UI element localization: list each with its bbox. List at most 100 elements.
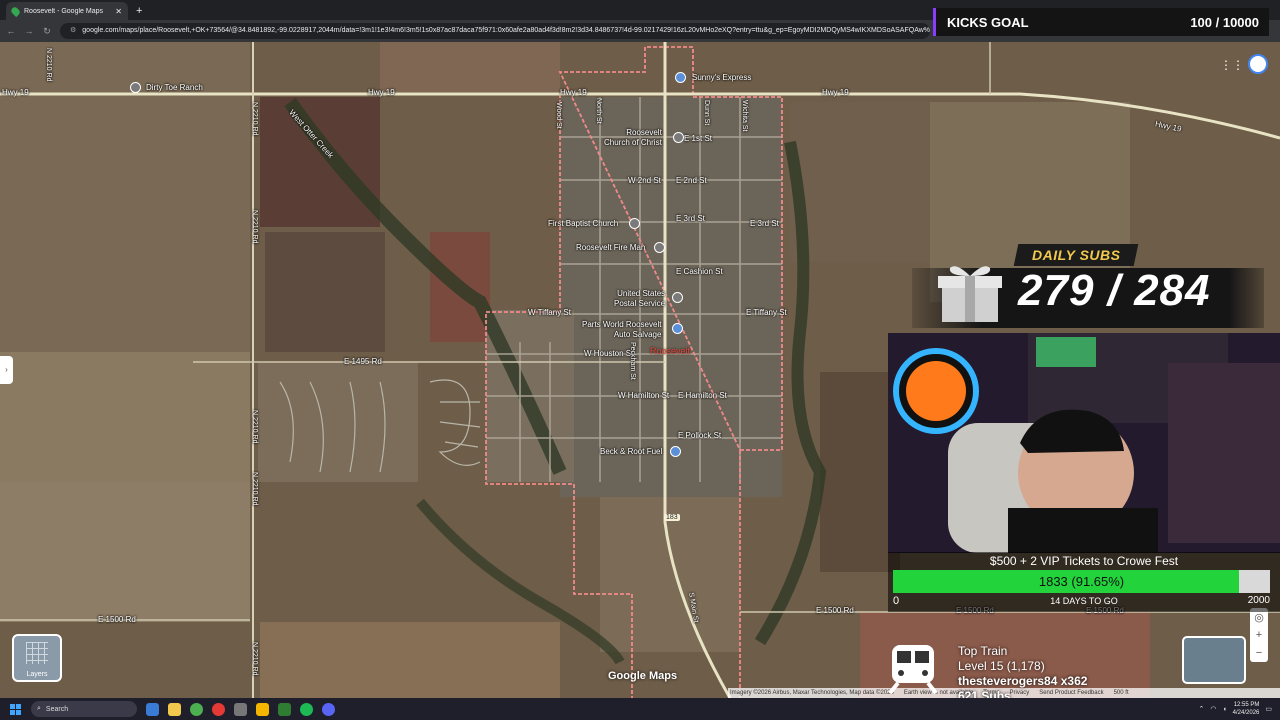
street-label: E 2nd St	[676, 176, 707, 185]
scale-label[interactable]: 500 ft	[1114, 690, 1129, 696]
road-label: N 2210 Rd	[45, 48, 52, 82]
town-label[interactable]: Roosevelt	[650, 346, 690, 356]
spotify-icon[interactable]	[300, 702, 313, 716]
address-bar[interactable]: ⚙ google.com/maps/place/Roosevelt,+OK+73…	[60, 23, 930, 39]
place-label[interactable]: Roosevelt Fire Man	[576, 243, 645, 252]
place-label[interactable]: United States Postal Service	[614, 289, 665, 309]
screen: Roosevelt - Google Maps ✕ + ← → ↻ ⚙ goog…	[0, 0, 1280, 720]
obs-icon[interactable]	[212, 702, 225, 716]
locate-icon[interactable]: ◎	[1254, 611, 1264, 624]
kicks-goal-label: KICKS GOAL	[947, 14, 1029, 30]
kicks-goal-widget: KICKS GOAL 100 / 10000	[933, 8, 1269, 36]
task-view-icon[interactable]	[146, 702, 159, 716]
road-label: N 2210 Rd	[251, 472, 258, 506]
highway-shield: 183	[664, 514, 680, 521]
road-label: E 1495 Rd	[344, 357, 382, 366]
street-label: E Hamilton St	[678, 391, 727, 400]
street-label: E Cashion St	[676, 267, 723, 276]
gift-icon	[938, 266, 1002, 322]
goal-max: 2000	[1247, 595, 1270, 606]
train-icon	[888, 645, 938, 695]
terminal-icon[interactable]	[278, 702, 291, 716]
place-label[interactable]: First Baptist Church	[548, 219, 618, 228]
close-tab-icon[interactable]: ✕	[115, 7, 122, 16]
wifi-icon[interactable]: ◠	[1210, 705, 1216, 713]
road-label: N 2210 Rd	[251, 410, 258, 444]
street-label: E 1st St	[684, 134, 713, 143]
google-maps-icon	[9, 5, 22, 17]
chrome-icon[interactable]	[190, 702, 203, 716]
church-pin-icon[interactable]	[673, 132, 684, 143]
street-label: Peckham St	[629, 342, 636, 380]
layers-icon	[26, 642, 48, 664]
volume-icon[interactable]: ◖	[1222, 706, 1226, 713]
road-label: N 2210 Rd	[251, 210, 258, 244]
place-label[interactable]: Beck & Root Fuel	[600, 447, 662, 456]
road-label: N 2210 Rd	[251, 642, 258, 676]
street-label: W Houston St	[584, 349, 634, 358]
church-pin-icon[interactable]	[629, 218, 640, 229]
place-label[interactable]: Parts World Roosevelt Auto Salvage	[582, 320, 661, 340]
road-label: N 2210 Rd	[251, 102, 258, 136]
road-label: E 1500 Rd	[816, 606, 854, 615]
expand-panel-button[interactable]: ›	[0, 356, 13, 384]
fire-station-pin-icon[interactable]	[654, 242, 665, 253]
windows-start-icon[interactable]	[10, 703, 21, 715]
clock-time: 12:55 PM	[1233, 702, 1260, 708]
road-label: E 1500 Rd	[98, 615, 136, 624]
forward-icon[interactable]: →	[24, 26, 34, 36]
street-label: W Tiffany St	[528, 308, 571, 317]
goal-days-left: 14 DAYS TO GO	[1050, 596, 1118, 606]
street-view-thumbnail[interactable]	[1182, 636, 1246, 684]
goal-current: 1833 (91.65%)	[1038, 574, 1125, 589]
place-label[interactable]: Roosevelt Church of Christ	[604, 128, 662, 148]
webcam-feed	[888, 333, 1280, 553]
clock[interactable]: 12:55 PM 4/24/2026	[1233, 701, 1260, 717]
daily-subs-value: 279 / 284	[1018, 266, 1211, 315]
daily-subs-banner: DAILY SUBS	[1013, 244, 1139, 266]
discord-icon[interactable]	[322, 702, 335, 716]
system-tray: ⌃ ◠ ◖ 12:55 PM 4/24/2026 ▭	[1198, 701, 1280, 717]
store-pin-icon[interactable]	[675, 72, 686, 83]
taskbar-search[interactable]: ⌕ Search	[31, 701, 137, 717]
url-text: google.com/maps/place/Roosevelt,+OK+7356…	[82, 27, 930, 34]
app-icon[interactable]	[234, 702, 247, 716]
road-label: Hwy 19	[2, 88, 29, 97]
browser-tab[interactable]: Roosevelt - Google Maps ✕	[6, 2, 128, 20]
street-label: North St	[595, 98, 602, 124]
folder-icon[interactable]	[256, 702, 269, 716]
road-label: Hwy 19	[822, 88, 849, 97]
file-explorer-icon[interactable]	[168, 702, 181, 716]
reload-icon[interactable]: ↻	[42, 26, 52, 37]
post-office-pin-icon[interactable]	[672, 292, 683, 303]
site-info-icon[interactable]: ⚙	[70, 23, 76, 39]
new-tab-button[interactable]: +	[136, 2, 142, 20]
back-icon[interactable]: ←	[6, 26, 16, 36]
zoom-out-button[interactable]: −	[1256, 647, 1262, 659]
place-label[interactable]: Dirty Toe Ranch	[146, 83, 203, 92]
notifications-icon[interactable]: ▭	[1265, 705, 1272, 713]
zoom-in-button[interactable]: +	[1256, 629, 1262, 641]
imagery-credit: Imagery ©2026 Airbus, Maxar Technologies…	[730, 690, 894, 696]
place-pin-icon[interactable]	[130, 82, 141, 93]
chevron-up-icon[interactable]: ⌃	[1198, 705, 1204, 713]
gas-station-pin-icon[interactable]	[670, 446, 681, 457]
apps-grid-icon[interactable]: ⋮⋮	[1220, 58, 1244, 72]
zoom-controls: ◎ + −	[1250, 608, 1268, 662]
goal-title: $500 + 2 VIP Tickets to Crowe Fest	[989, 554, 1179, 568]
search-label: Search	[45, 705, 69, 713]
donation-goal-widget: $500 + 2 VIP Tickets to Crowe Fest 1833 …	[888, 552, 1280, 612]
street-label: Wichita St	[741, 100, 748, 132]
top-train-widget: Top Train Level 15 (1,178) thesteveroger…	[958, 644, 1087, 704]
street-label: E 3rd St	[750, 219, 779, 228]
layers-button[interactable]: Layers	[12, 634, 62, 682]
street-label: Wood St	[555, 102, 562, 129]
goal-progress-bar: 1833 (91.65%)	[893, 570, 1270, 593]
account-avatar[interactable]	[1248, 54, 1268, 74]
street-label: E Tiffany St	[746, 308, 787, 317]
shop-pin-icon[interactable]	[672, 323, 683, 334]
train-user: thesteverogers84 x362	[958, 674, 1088, 688]
street-label: W Hamilton St	[618, 391, 670, 400]
place-label[interactable]: Sunny's Express	[692, 73, 751, 82]
layers-label: Layers	[26, 671, 48, 678]
